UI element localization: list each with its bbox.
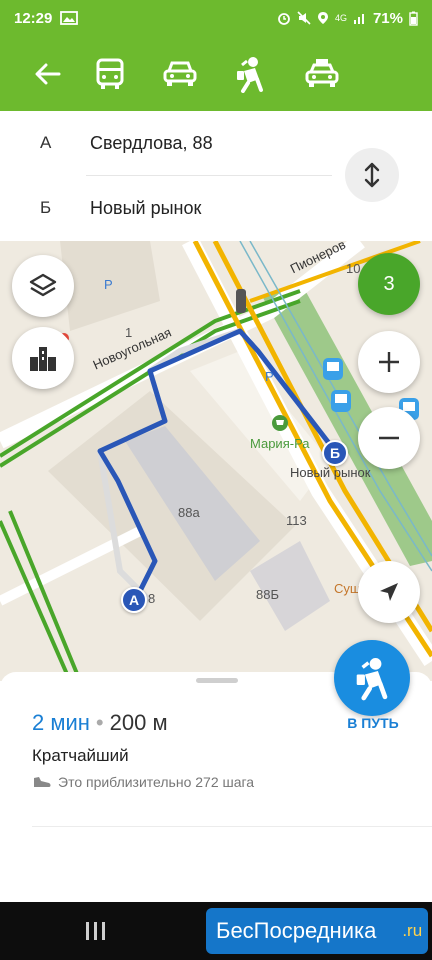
layers-button[interactable] xyxy=(12,255,74,317)
car-icon xyxy=(163,61,197,86)
mode-bus-button[interactable] xyxy=(80,36,140,111)
place-label-sush: Суш xyxy=(334,581,361,596)
mode-taxi-button[interactable] xyxy=(292,36,352,111)
route-distance: 200 м xyxy=(109,710,168,735)
buildings-icon xyxy=(30,347,56,371)
signal-icon xyxy=(353,14,364,24)
status-time: 12:29 xyxy=(14,9,53,27)
recent-apps-button[interactable] xyxy=(86,922,105,940)
battery-level: 71% xyxy=(372,9,403,27)
building-label-88a: 88а xyxy=(178,505,200,520)
network-type: 4G xyxy=(334,13,347,23)
route-start-pin[interactable]: А xyxy=(121,587,147,613)
arrow-left-icon xyxy=(35,63,61,84)
steps-text: Это приблизительно 272 шага xyxy=(58,774,255,790)
mode-car-button[interactable] xyxy=(150,36,210,111)
route-from-field[interactable]: А Свердлова, 88 xyxy=(0,111,340,175)
buildings-button[interactable] xyxy=(12,327,74,389)
gallery-notification-icon xyxy=(60,11,79,25)
pedestrian-icon xyxy=(356,658,388,701)
pedestrian-icon xyxy=(237,56,263,93)
steps-info: Это приблизительно 272 шага xyxy=(32,774,254,790)
locate-button[interactable] xyxy=(358,561,420,623)
location-icon xyxy=(317,12,328,24)
watermark-text: БесПосредника xyxy=(216,918,377,943)
building-label-113: 113 xyxy=(286,513,307,528)
back-button[interactable] xyxy=(18,36,78,111)
route-to-letter: Б xyxy=(40,198,52,217)
go-button-label[interactable]: В ПУТЬ xyxy=(330,715,416,731)
building-label-10: 10 xyxy=(346,261,361,276)
route-end-pin[interactable]: Б xyxy=(322,440,348,466)
sheet-divider xyxy=(32,826,432,827)
summary-separator: • xyxy=(95,710,104,735)
zoom-in-icon xyxy=(379,352,399,372)
zoom-out-icon xyxy=(379,436,399,440)
tram-stop-icon xyxy=(331,390,351,412)
place-label-mariya-ra: Мария-Ра xyxy=(250,436,310,451)
layers-icon xyxy=(29,273,57,297)
building-label-8: 8 xyxy=(148,591,156,606)
watermark-tld: .ru xyxy=(402,921,423,940)
mute-icon xyxy=(297,11,311,25)
route-duration: 2 мин xyxy=(32,710,90,735)
locate-icon xyxy=(380,583,398,601)
parking-label: Р xyxy=(265,369,274,384)
parking-label: Р xyxy=(104,277,113,292)
building-label-88b: 88Б xyxy=(256,587,279,602)
map-view[interactable]: Новоугольная Пионеров Мария-Ра Новый рын… xyxy=(0,241,432,681)
place-label-noviy-rynok: Новый рынок xyxy=(290,465,371,480)
shop-icon xyxy=(272,415,288,431)
battery-icon xyxy=(409,11,418,26)
alarm-icon xyxy=(278,13,290,25)
route-from-letter: А xyxy=(40,133,52,152)
route-to-field[interactable]: Б Новый рынок xyxy=(0,176,340,240)
sheet-handle[interactable] xyxy=(196,678,238,683)
swap-vertical-icon xyxy=(364,162,380,188)
route-type: Кратчайший xyxy=(32,746,129,765)
transport-toolbar xyxy=(0,36,432,111)
zoom-out-button[interactable] xyxy=(358,407,420,469)
route-from-text: Свердлова, 88 xyxy=(90,132,213,153)
watermark-logo: БесПосредника .ru xyxy=(206,908,428,954)
mode-pedestrian-button[interactable] xyxy=(220,36,280,111)
tram-stop-icon xyxy=(323,358,343,380)
route-to-text: Новый рынок xyxy=(90,197,202,218)
taxi-icon xyxy=(305,58,339,87)
route-summary: 2 мин • 200 м xyxy=(32,710,168,736)
zoom-in-button[interactable] xyxy=(358,331,420,393)
swap-route-button[interactable] xyxy=(345,148,399,202)
status-icons: 4G 71% xyxy=(277,10,418,27)
go-button[interactable] xyxy=(334,640,410,716)
building-label-1: 1 xyxy=(125,325,133,340)
status-bar: 12:29 4G 71% xyxy=(0,0,432,36)
shoe-icon xyxy=(34,777,51,787)
bus-icon xyxy=(96,58,124,89)
traffic-level-value: 3 xyxy=(383,272,395,295)
traffic-level-badge[interactable]: 3 xyxy=(358,253,420,315)
